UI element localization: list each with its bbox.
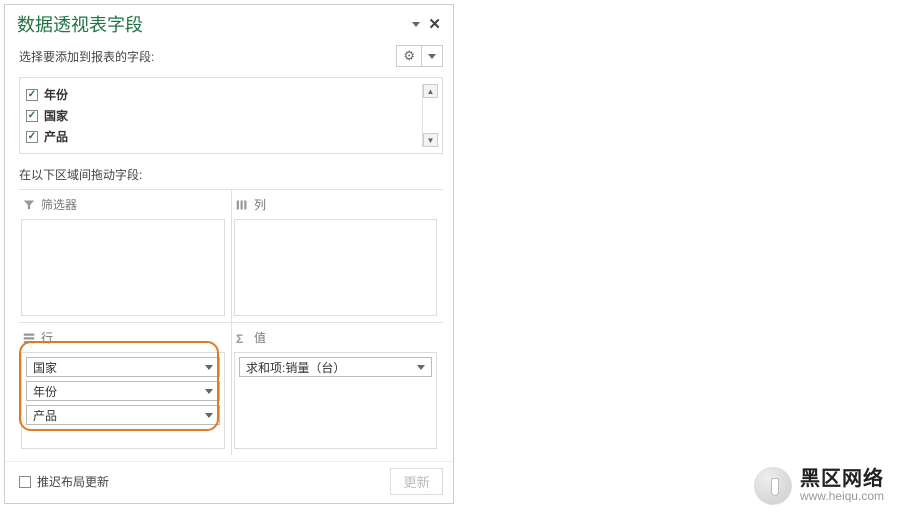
field-label: 国家 <box>44 107 68 124</box>
watermark-main: 黑区网络 <box>800 468 884 490</box>
pill-dropdown-icon[interactable] <box>205 413 213 418</box>
drag-areas-label: 在以下区域间拖动字段: <box>5 154 453 187</box>
pane-footer: 推迟布局更新 更新 <box>5 461 453 503</box>
defer-layout-label: 推迟布局更新 <box>37 473 109 490</box>
rows-area-label: 行 <box>41 329 53 346</box>
defer-layout-checkbox[interactable]: 推迟布局更新 <box>19 473 109 490</box>
checkbox-icon[interactable]: ✓ <box>26 131 38 143</box>
pill-dropdown-icon[interactable] <box>205 389 213 394</box>
pane-header: 数据透视表字段 ✕ <box>5 5 453 41</box>
scroll-down-icon[interactable]: ▼ <box>423 133 438 147</box>
drop-areas: 筛选器 列 行 国家 年份 <box>19 189 443 455</box>
field-label: 产品 <box>44 128 68 145</box>
checkbox-icon[interactable]: ✓ <box>26 110 38 122</box>
select-fields-label: 选择要添加到报表的字段: <box>19 48 154 65</box>
gear-dropdown-icon[interactable] <box>421 46 442 66</box>
watermark-logo-icon <box>754 467 792 505</box>
sigma-icon: Σ <box>236 332 248 344</box>
filters-area-label: 筛选器 <box>41 196 77 213</box>
fields-settings-button[interactable]: ⚙ <box>396 45 443 67</box>
field-row[interactable]: ✓ 年份 <box>26 84 422 105</box>
watermark: 黑区网络 www.heiqu.com <box>754 467 884 505</box>
watermark-sub: www.heiqu.com <box>800 490 884 503</box>
values-area[interactable]: Σ 值 求和项:销量（台） <box>231 322 443 455</box>
columns-icon <box>236 199 248 211</box>
fields-list-box: ✓ 年份 ✓ 国家 ✓ 产品 ▲ ▼ <box>19 77 443 154</box>
scroll-up-icon[interactable]: ▲ <box>423 84 438 98</box>
gear-icon[interactable]: ⚙ <box>397 46 421 66</box>
pivot-fields-pane: 数据透视表字段 ✕ 选择要添加到报表的字段: ⚙ ✓ 年份 ✓ 国家 ✓ 产品 <box>4 4 454 504</box>
pane-menu-caret-icon[interactable] <box>412 22 420 27</box>
checkbox-icon[interactable]: ✓ <box>26 89 38 101</box>
pill-dropdown-icon[interactable] <box>205 365 213 370</box>
row-field-pill[interactable]: 年份 <box>26 381 220 401</box>
pane-title: 数据透视表字段 <box>17 11 143 37</box>
values-area-label: 值 <box>254 329 266 346</box>
value-field-pill[interactable]: 求和项:销量（台） <box>239 357 432 377</box>
field-row[interactable]: ✓ 国家 <box>26 105 422 126</box>
filters-area[interactable]: 筛选器 <box>19 189 231 322</box>
columns-area[interactable]: 列 <box>231 189 443 322</box>
close-icon[interactable]: ✕ <box>426 15 443 33</box>
pill-label: 年份 <box>33 383 57 400</box>
checkbox-icon[interactable] <box>19 476 31 488</box>
subhead-row: 选择要添加到报表的字段: ⚙ <box>5 41 453 73</box>
columns-area-label: 列 <box>254 196 266 213</box>
pill-dropdown-icon[interactable] <box>417 365 425 370</box>
field-label: 年份 <box>44 86 68 103</box>
pill-label: 产品 <box>33 407 57 424</box>
fields-scrollbar[interactable]: ▲ ▼ <box>422 84 438 147</box>
pill-label: 求和项:销量（台） <box>246 359 345 376</box>
update-button[interactable]: 更新 <box>390 468 443 495</box>
field-row[interactable]: ✓ 产品 <box>26 126 422 147</box>
row-field-pill[interactable]: 产品 <box>26 405 220 425</box>
rows-icon <box>23 332 35 344</box>
filter-icon <box>23 199 35 211</box>
rows-area[interactable]: 行 国家 年份 产品 <box>19 322 231 455</box>
row-field-pill[interactable]: 国家 <box>26 357 220 377</box>
pill-label: 国家 <box>33 359 57 376</box>
